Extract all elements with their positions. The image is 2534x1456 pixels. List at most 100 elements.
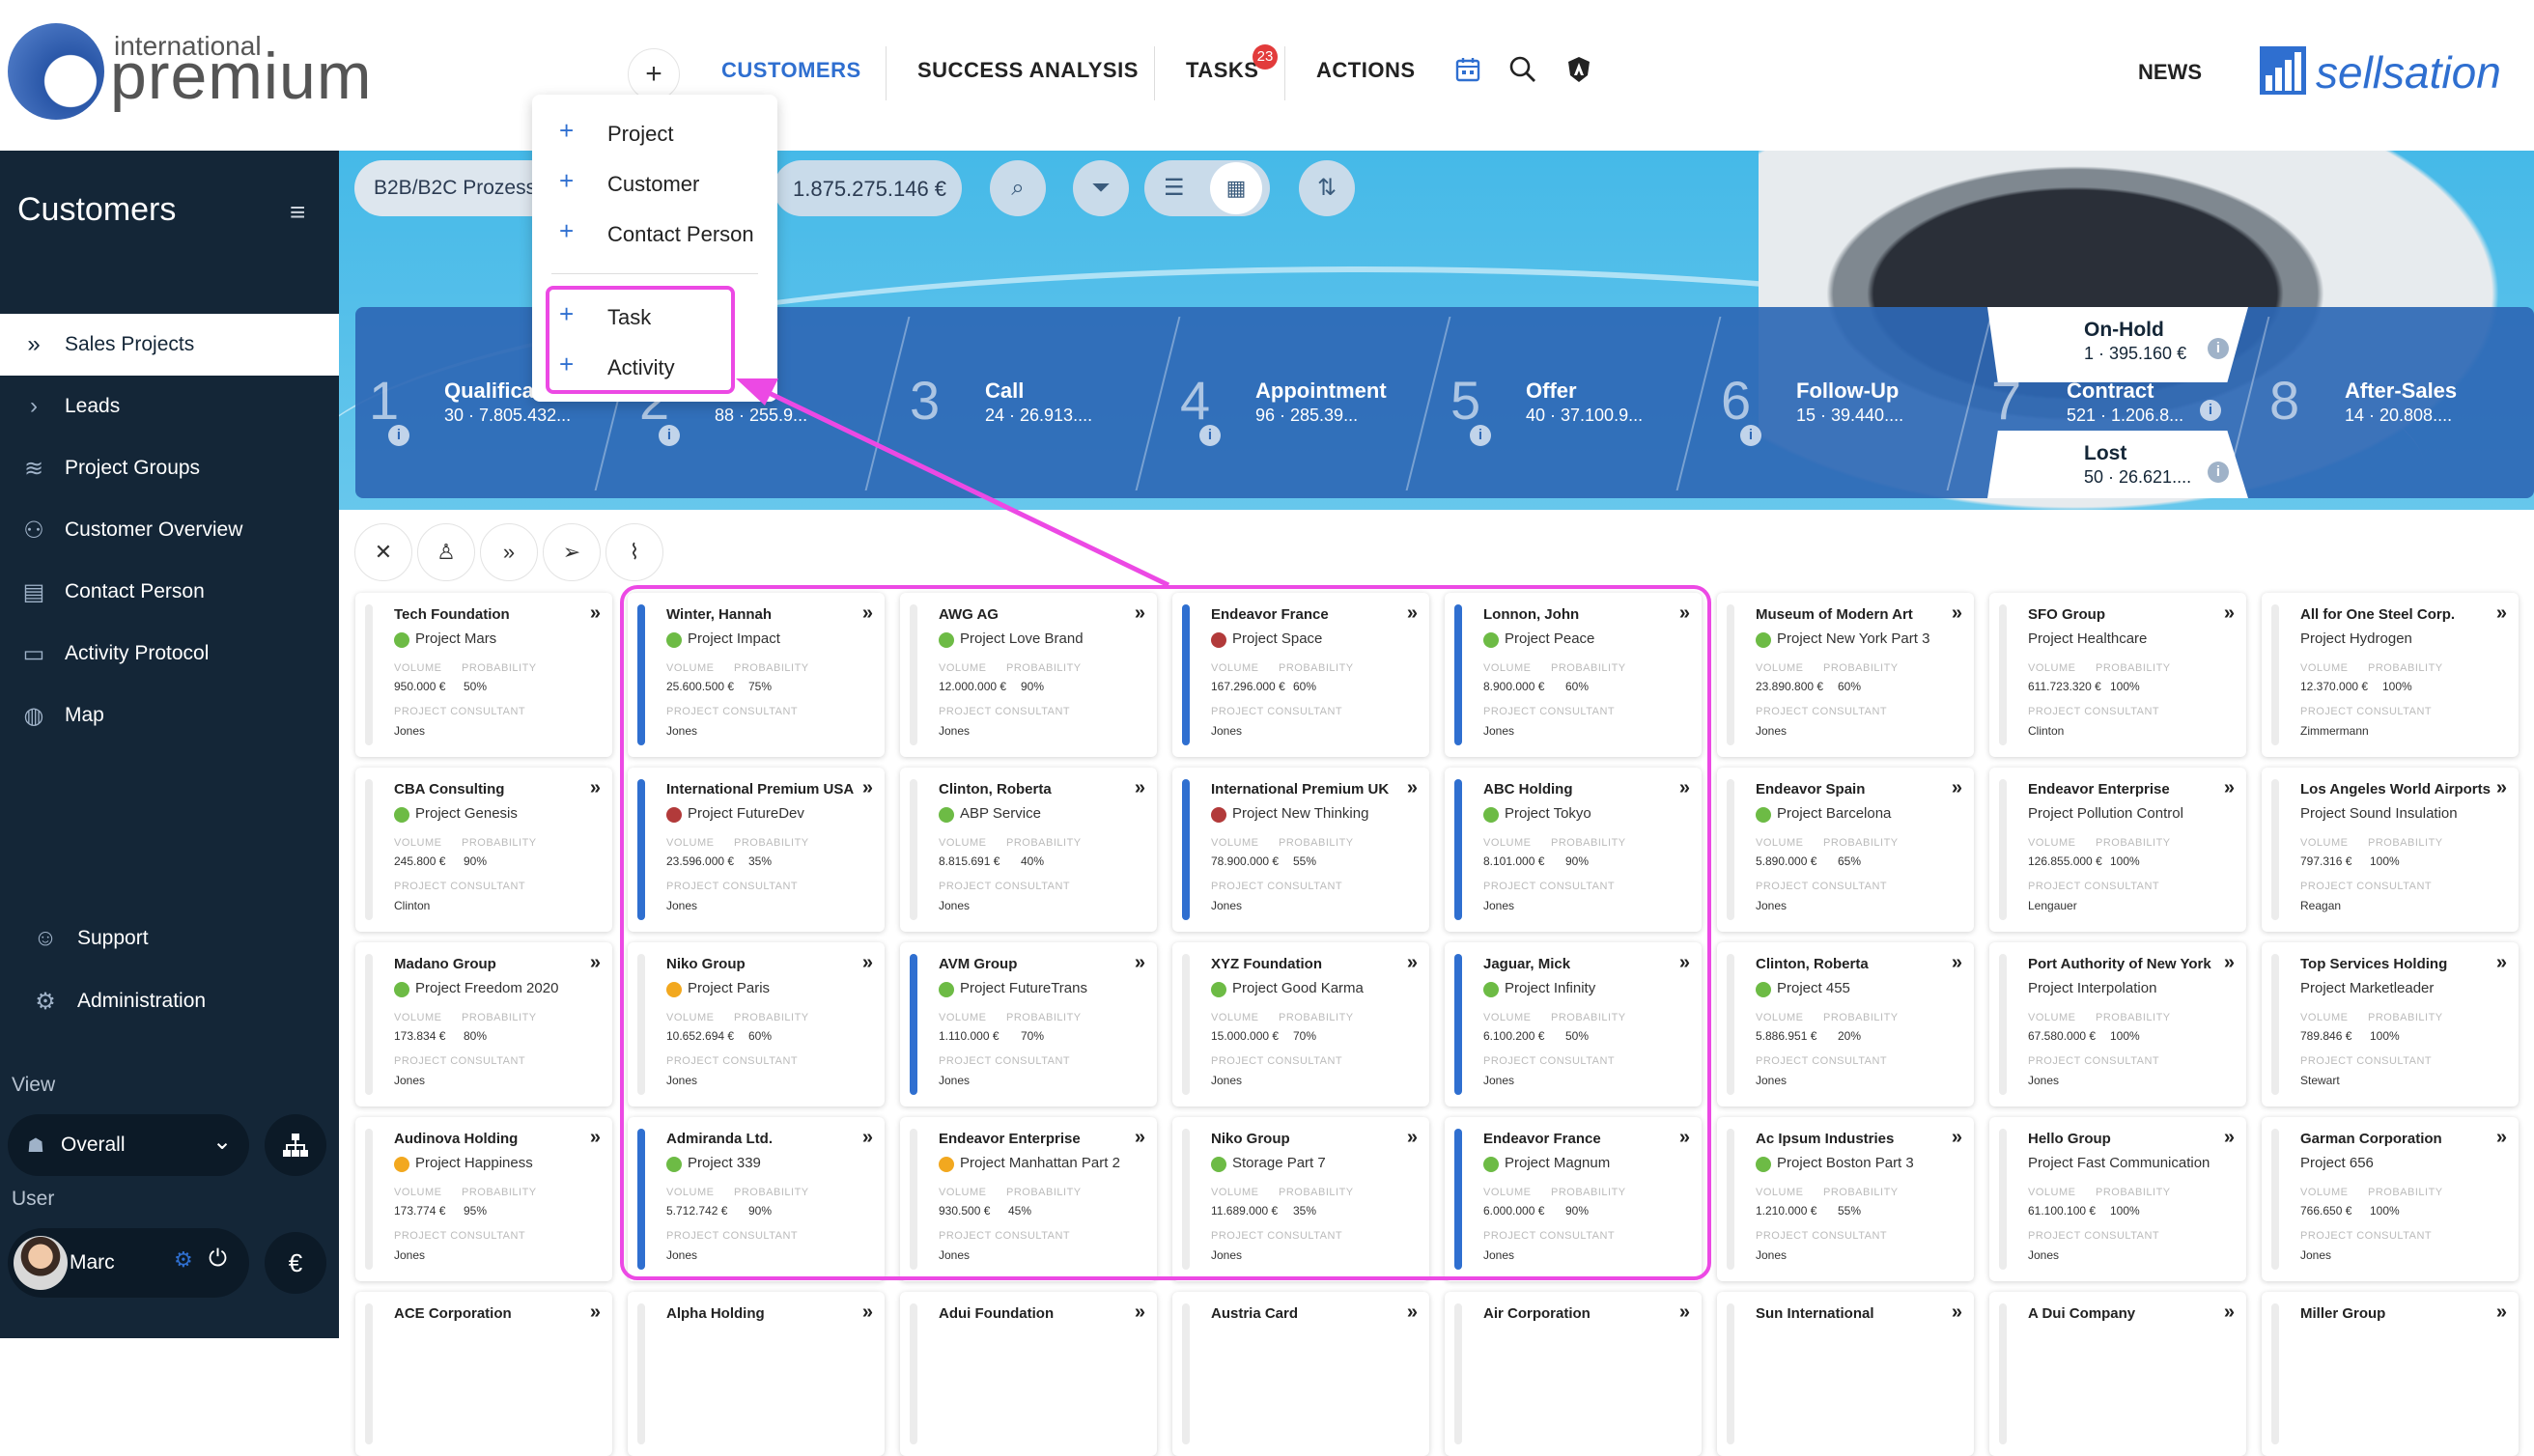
double-chevron-icon[interactable]: » (862, 1302, 873, 1324)
info-icon[interactable]: i (659, 425, 680, 446)
user-panel[interactable]: Marc ⚙ ⏻ (8, 1228, 249, 1298)
close-icon[interactable]: ✕ (354, 523, 412, 581)
info-icon[interactable]: i (388, 425, 409, 446)
project-card[interactable]: Alpha Holding » (628, 1292, 885, 1456)
double-chevron-icon[interactable]: » (2224, 777, 2235, 799)
sidebar-item-contact-person[interactable]: ▤ Contact Person (0, 561, 339, 623)
hierarchy-button[interactable] (265, 1114, 326, 1176)
project-card[interactable]: Audinova Holding » Project Happiness VOLUME… (355, 1117, 612, 1281)
grid-view-icon[interactable]: ▦ (1210, 162, 1262, 214)
project-card[interactable]: Museum of Modern Art » Project New York Pa… (1717, 593, 1974, 757)
project-card[interactable]: Austria Card » (1172, 1292, 1429, 1456)
project-card[interactable]: Endeavor Enterprise » Project Pollution Co… (1989, 768, 2246, 932)
nav-actions[interactable]: ACTIONS (1316, 58, 1416, 83)
project-card[interactable]: Tech Foundation » Project Mars VOLUME PROBAB… (355, 593, 612, 757)
dropdown-item-contact-person[interactable]: + Contact Person (532, 209, 777, 257)
pipeline-stage[interactable]: 4 Appointment 96 · 285.39... i (1167, 307, 1437, 498)
project-card[interactable]: Ac Ipsum Industries » Project Boston Part … (1717, 1117, 1974, 1281)
filter-icon[interactable]: ⏷ (1073, 160, 1129, 216)
double-chevron-icon[interactable]: » (2224, 1127, 2235, 1149)
sidebar-item-activity-protocol[interactable]: ▭ Activity Protocol (0, 623, 339, 685)
person-icon[interactable]: ♙ (417, 523, 475, 581)
double-chevron-icon[interactable]: » (1952, 1127, 1962, 1149)
double-chevron-icon[interactable]: » (590, 1302, 601, 1324)
dropdown-item-project[interactable]: + Project (532, 108, 777, 156)
add-new-button[interactable]: + (628, 48, 680, 100)
project-card[interactable]: Los Angeles World Airports » Project Sound… (2262, 768, 2519, 932)
pipeline-stage[interactable]: 6 Follow-Up 15 · 39.440.... i (1707, 307, 1978, 498)
project-card[interactable]: A Dui Company » (1989, 1292, 2246, 1456)
project-card[interactable]: SFO Group » Project Healthcare VOLUME PROBAB… (1989, 593, 2246, 757)
shield-icon[interactable] (1563, 54, 1594, 85)
project-card[interactable]: Miller Group » (2262, 1292, 2519, 1456)
sidebar-item-customer-overview[interactable]: ⚇ Customer Overview (0, 499, 339, 561)
sidebar-item-project-groups[interactable]: ≋ Project Groups (0, 437, 339, 499)
info-icon[interactable]: i (2208, 462, 2229, 483)
project-card[interactable]: Air Corporation » (1445, 1292, 1702, 1456)
power-icon[interactable]: ⏻ (209, 1246, 227, 1273)
info-icon[interactable]: i (2208, 338, 2229, 359)
project-card[interactable]: Port Authority of New York » Project Inter… (1989, 942, 2246, 1106)
sort-icon[interactable]: ⇅ (1299, 160, 1355, 216)
double-chevron-icon[interactable]: » (2496, 1302, 2507, 1324)
double-chevron-icon[interactable]: » (590, 952, 601, 974)
project-card[interactable]: Top Services Holding » Project Marketleade… (2262, 942, 2519, 1106)
nav-news[interactable]: NEWS (2138, 60, 2202, 85)
currency-button[interactable]: € (265, 1232, 326, 1294)
pipeline-stage[interactable]: 3 Call 24 · 26.913.... (896, 307, 1167, 498)
lost-stage[interactable]: Lost 50 · 26.621.... i (1987, 431, 2248, 498)
project-card[interactable]: Garman Corporation » Project 656 VOLUME PROB… (2262, 1117, 2519, 1281)
international-premium-logo[interactable]: international premium (8, 23, 372, 120)
send-icon[interactable]: ➢ (543, 523, 601, 581)
double-chevron-icon[interactable]: » (1952, 777, 1962, 799)
project-card[interactable]: All for One Steel Corp. » Project Hydrogen… (2262, 593, 2519, 757)
double-chevron-icon[interactable]: » (2224, 602, 2235, 625)
project-card[interactable]: CBA Consulting » Project Genesis VOLUME PROB… (355, 768, 612, 932)
double-chevron-icon[interactable]: » (590, 1127, 601, 1149)
double-chevron-icon[interactable]: » (2496, 1127, 2507, 1149)
double-chevron-icon[interactable]: » (1407, 1302, 1418, 1324)
project-card[interactable]: Endeavor Spain » Project Barcelona VOLUME PR… (1717, 768, 1974, 932)
nav-tasks[interactable]: TASKS (1186, 58, 1258, 83)
nav-success-analysis[interactable]: SUCCESS ANALYSIS (917, 58, 1139, 83)
menu-icon[interactable]: ≡ (290, 197, 305, 228)
project-card[interactable]: Madano Group » Project Freedom 2020 VOLUME P… (355, 942, 612, 1106)
paperclip-icon[interactable]: ⌇ (605, 523, 663, 581)
search-icon[interactable]: ⌕ (990, 160, 1046, 216)
nav-customers[interactable]: CUSTOMERS (721, 58, 861, 83)
project-card[interactable]: Sun International » (1717, 1292, 1974, 1456)
double-chevron-icon[interactable]: » (1952, 1302, 1962, 1324)
sidebar-item-support[interactable]: ☺ Support (0, 908, 339, 969)
double-chevron-icon[interactable]: » (2224, 952, 2235, 974)
double-chevron-icon[interactable]: » (1679, 1302, 1690, 1324)
view-select[interactable]: ☗ Overall ⌄ (8, 1114, 249, 1176)
pipeline-stage[interactable]: 5 Offer 40 · 37.100.9... i (1437, 307, 1707, 498)
project-card[interactable]: ACE Corporation » (355, 1292, 612, 1456)
double-chevron-icon[interactable]: » (590, 777, 601, 799)
double-chevron-icon[interactable]: » (2496, 952, 2507, 974)
double-chevron-icon[interactable]: » (590, 602, 601, 625)
double-chevron-icon[interactable]: » (1135, 1302, 1145, 1324)
info-icon[interactable]: i (1470, 425, 1491, 446)
info-icon[interactable]: i (2200, 400, 2221, 421)
double-chevron-icon[interactable]: » (1952, 952, 1962, 974)
calendar-icon[interactable] (1452, 54, 1483, 85)
list-view-icon[interactable]: ☰ (1164, 174, 1185, 202)
project-card[interactable]: Adui Foundation » (900, 1292, 1157, 1456)
double-chevron-icon[interactable]: » (480, 523, 538, 581)
dropdown-item-customer[interactable]: + Customer (532, 158, 777, 207)
double-chevron-icon[interactable]: » (2496, 777, 2507, 799)
sidebar-item-administration[interactable]: ⚙ Administration (0, 970, 339, 1032)
info-icon[interactable]: i (1740, 425, 1761, 446)
project-card[interactable]: Hello Group » Project Fast Communication VO… (1989, 1117, 2246, 1281)
sidebar-item-map[interactable]: ◍ Map (0, 685, 339, 746)
settings-icon[interactable]: ⚙ (174, 1247, 193, 1273)
double-chevron-icon[interactable]: » (1952, 602, 1962, 625)
sellsation-logo[interactable]: sellsation (2260, 46, 2530, 98)
on-hold-stage[interactable]: On-Hold 1 · 395.160 € i (1987, 307, 2248, 382)
pipeline-stage[interactable]: 8 After-Sales 14 · 20.808.... (2256, 307, 2534, 498)
search-icon[interactable] (1507, 54, 1538, 85)
double-chevron-icon[interactable]: » (2224, 1302, 2235, 1324)
project-card[interactable]: Clinton, Roberta » Project 455 VOLUME PROBAB… (1717, 942, 1974, 1106)
double-chevron-icon[interactable]: » (2496, 602, 2507, 625)
